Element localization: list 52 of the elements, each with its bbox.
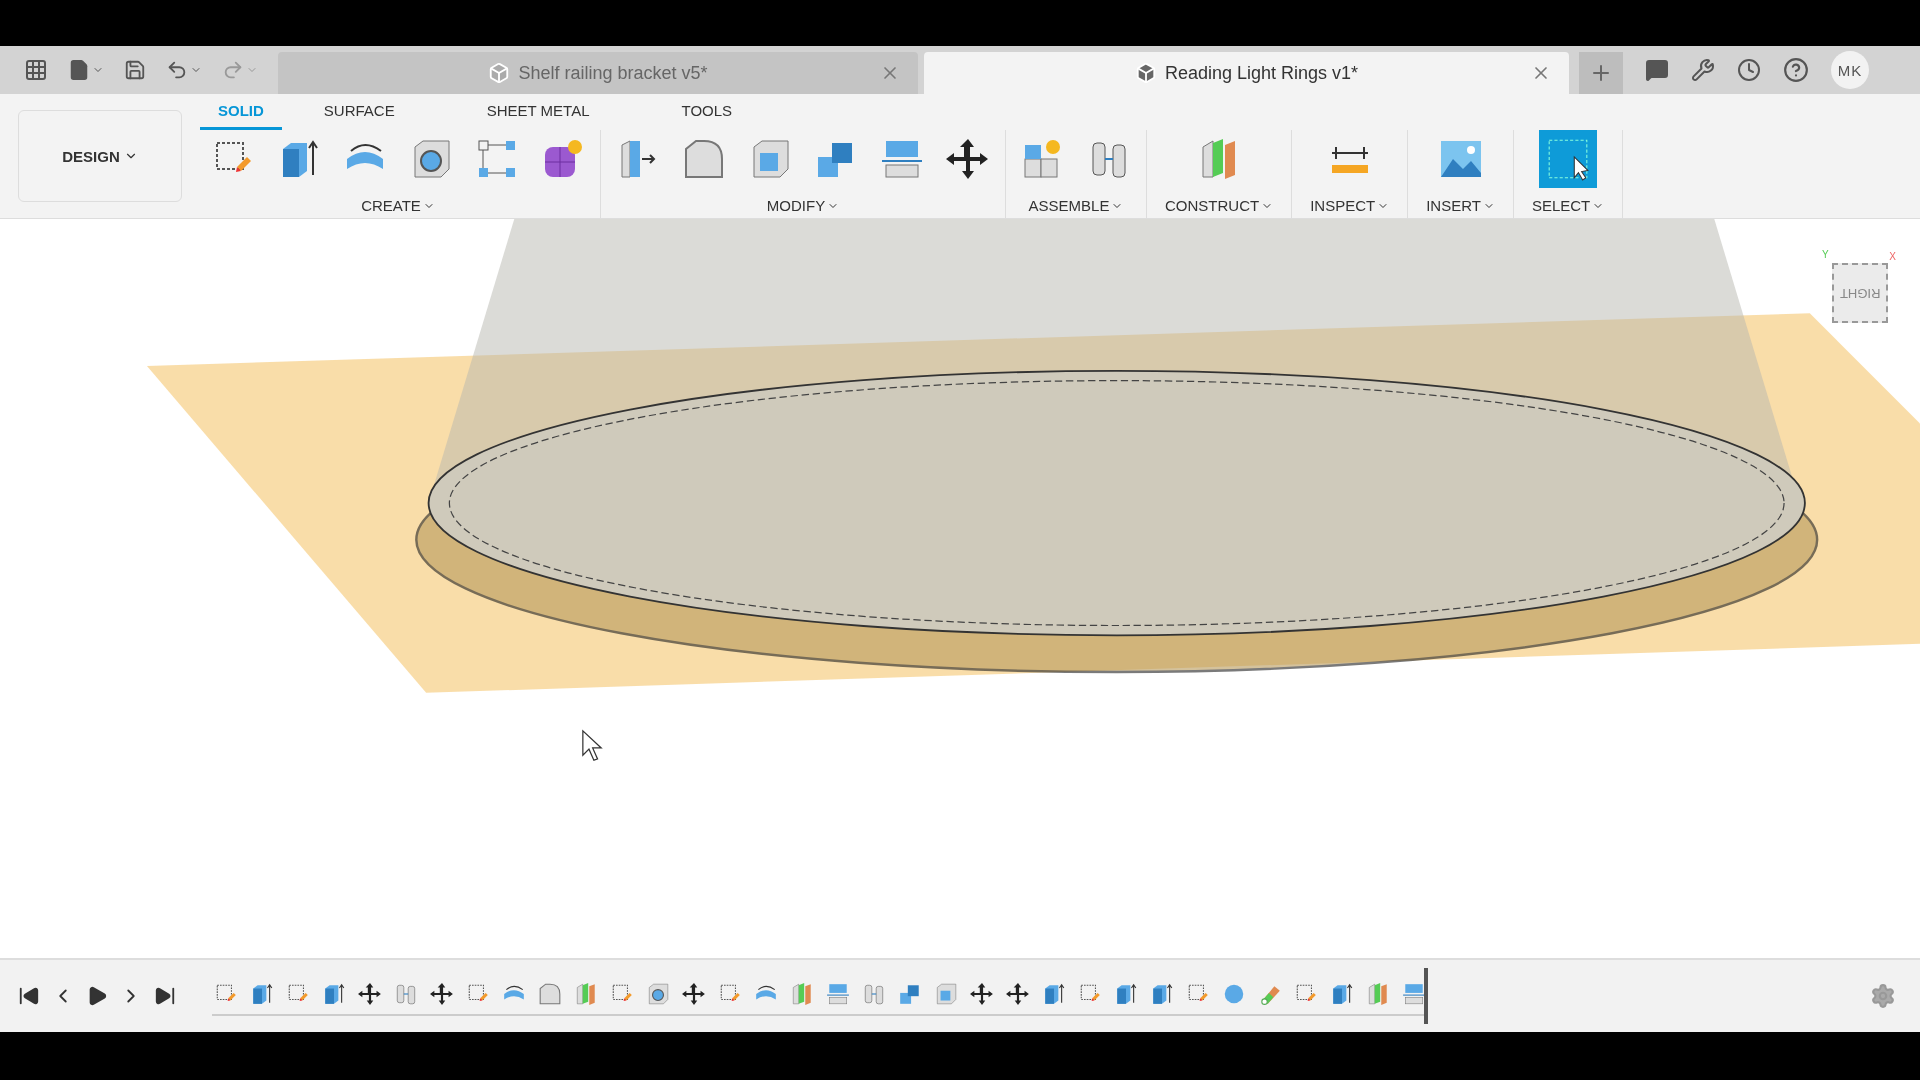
tab-title: Reading Light Rings v1*	[1164, 62, 1359, 84]
group-menu-button[interactable]: MODIFY	[760, 196, 846, 215]
workspace-dropdown[interactable]: DESIGN	[18, 110, 182, 202]
group-menu-button[interactable]: INSPECT	[1304, 196, 1396, 215]
move-icon[interactable]	[358, 982, 382, 1006]
box-arrow-icon[interactable]	[1150, 982, 1174, 1006]
group-menu-button[interactable]: SELECT	[1525, 196, 1611, 215]
ribbon-tab[interactable]: TOOLS	[663, 94, 751, 130]
document-tab[interactable]: Reading Light Rings v1*	[924, 52, 1569, 94]
group-menu-button[interactable]: INSERT	[1420, 196, 1501, 215]
file-icon	[68, 59, 90, 81]
cursor-icon	[582, 729, 603, 761]
rounded-corner-icon[interactable]	[538, 982, 562, 1006]
box-arrow-icon[interactable]	[322, 982, 346, 1006]
box-arrow-icon[interactable]	[250, 982, 274, 1006]
settings-icon	[1870, 983, 1896, 1009]
ribbon-tab[interactable]: SURFACE	[305, 94, 413, 130]
skip-back-icon	[18, 985, 40, 1007]
save-icon	[124, 59, 146, 81]
help-icon[interactable]	[1783, 57, 1809, 83]
box-icon	[488, 62, 511, 84]
comment-icon[interactable]	[1645, 58, 1669, 82]
tool-button[interactable]	[1539, 130, 1598, 188]
rounded-corner-icon	[682, 137, 726, 181]
group-menu-button[interactable]: CONSTRUCT	[1159, 196, 1280, 215]
box-arrow-icon[interactable]	[1330, 982, 1354, 1006]
tab-title: Shelf railing bracket v5*	[518, 62, 708, 84]
group-menu-button[interactable]: CREATE	[355, 196, 441, 215]
ribbon-tab[interactable]: SHEET METAL	[468, 94, 608, 130]
box-arrow-icon[interactable]	[1114, 982, 1138, 1006]
skip-forward-icon	[154, 985, 176, 1007]
move-icon[interactable]	[430, 982, 454, 1006]
new-tab-button[interactable]	[1579, 52, 1623, 94]
move-icon[interactable]	[970, 982, 994, 1006]
redo-icon	[222, 59, 244, 81]
hole-icon[interactable]	[646, 982, 670, 1006]
move-icon	[946, 137, 990, 181]
timeline-marker[interactable]	[1424, 968, 1428, 1024]
cubes-icon[interactable]	[898, 982, 922, 1006]
wrench-icon[interactable]	[1691, 58, 1715, 82]
box-arrow-icon[interactable]	[1042, 982, 1066, 1006]
move-icon[interactable]	[1006, 982, 1030, 1006]
undo-icon	[166, 59, 188, 81]
clock-icon[interactable]	[1737, 58, 1761, 82]
group-menu-button[interactable]: ASSEMBLE	[1022, 196, 1130, 215]
move-icon[interactable]	[682, 982, 706, 1006]
grid-icon	[24, 58, 48, 82]
box-icon	[1134, 62, 1157, 84]
split-icon[interactable]	[1402, 982, 1426, 1006]
axis-label: Y	[1822, 249, 1829, 260]
user-avatar[interactable]: MK	[1831, 51, 1869, 89]
axis-label: X	[1889, 251, 1896, 262]
